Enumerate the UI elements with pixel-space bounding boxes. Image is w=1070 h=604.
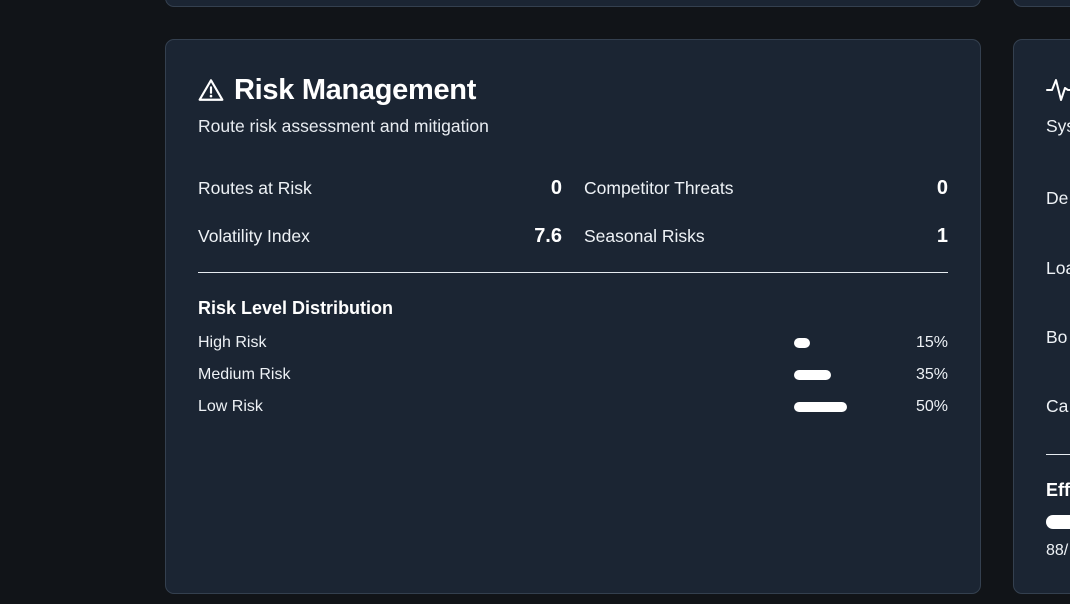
warning-triangle-icon xyxy=(198,79,224,101)
distribution-bar-fill xyxy=(794,402,847,412)
distribution-bar-fill xyxy=(794,370,832,380)
distribution-row-high: High Risk 15% xyxy=(198,332,948,354)
distribution-percent: 15% xyxy=(915,334,948,351)
distribution-bar-track xyxy=(794,370,900,380)
distribution-label: Medium Risk xyxy=(198,366,291,383)
metric-label: De xyxy=(1046,188,1069,208)
card-header: Risk Management xyxy=(198,74,476,106)
metric-value: 0 xyxy=(550,176,562,199)
card-above-left xyxy=(165,0,981,7)
metric-label: Routes at Risk xyxy=(198,177,312,198)
metric-seasonal-risks: Seasonal Risks 1 xyxy=(584,224,948,248)
metric-volatility-index: Volatility Index 7.6 xyxy=(198,224,562,248)
card-above-right xyxy=(1013,0,1070,7)
metric-label: Competitor Threats xyxy=(584,177,734,198)
metric-routes-at-risk: Routes at Risk 0 xyxy=(198,176,562,200)
distribution-row-medium: Medium Risk 35% xyxy=(198,364,948,386)
distribution-label: High Risk xyxy=(198,334,267,351)
progress-text: 88/ xyxy=(1046,542,1069,559)
progress-bar xyxy=(1046,515,1070,529)
metric-value: 0 xyxy=(936,176,948,199)
metric-label: Loa xyxy=(1046,258,1070,278)
system-card: Sys De Loa Bo Ca Eff 88/ xyxy=(1013,39,1070,594)
metric-label: Seasonal Risks xyxy=(584,225,705,246)
metric-value: 1 xyxy=(936,224,948,247)
card-subtitle: Sys xyxy=(1046,116,1070,136)
distribution-bar-fill xyxy=(794,338,810,348)
distribution-bar-track xyxy=(794,338,900,348)
card-title: Risk Management xyxy=(234,73,477,106)
metric-label: Bo xyxy=(1046,327,1068,347)
divider xyxy=(198,272,948,273)
dashboard-canvas: Risk Management Route risk assessment an… xyxy=(0,0,1070,604)
distribution-row-low: Low Risk 50% xyxy=(198,396,948,418)
metric-label: Volatility Index xyxy=(198,225,310,246)
risk-management-card: Risk Management Route risk assessment an… xyxy=(165,39,981,594)
distribution-percent: 35% xyxy=(915,366,948,383)
metric-label: Ca xyxy=(1046,396,1069,416)
divider xyxy=(1046,454,1070,455)
distribution-percent: 50% xyxy=(915,398,948,415)
section-title: Eff xyxy=(1046,480,1070,500)
distribution-title: Risk Level Distribution xyxy=(198,298,394,318)
distribution-bar-track xyxy=(794,402,900,412)
metric-competitor-threats: Competitor Threats 0 xyxy=(584,176,948,200)
distribution-label: Low Risk xyxy=(198,398,263,415)
metric-value: 7.6 xyxy=(534,224,562,247)
card-subtitle: Route risk assessment and mitigation xyxy=(198,116,489,136)
activity-pulse-icon xyxy=(1046,79,1070,101)
